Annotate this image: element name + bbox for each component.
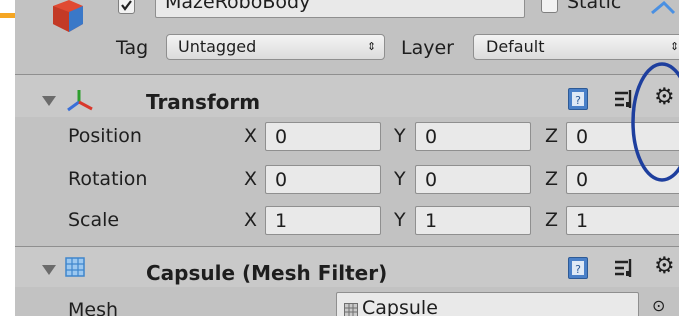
scale-y-field[interactable]: 1 xyxy=(415,206,531,235)
layer-label: Layer xyxy=(401,37,454,59)
mesh-grid-icon xyxy=(344,302,358,316)
dropdown-arrows-icon: ⇕ xyxy=(670,40,679,53)
scale-z-field[interactable]: 1 xyxy=(566,206,679,235)
axis-z-label: Z xyxy=(545,125,559,147)
help-book-icon[interactable]: ? xyxy=(568,88,588,110)
rotation-x-value: 0 xyxy=(275,169,288,191)
static-checkbox[interactable] xyxy=(541,0,558,13)
position-z-value: 0 xyxy=(576,126,589,148)
layer-dropdown-value: Default xyxy=(486,37,545,56)
rotation-y-value: 0 xyxy=(425,169,438,191)
axis-y-label: Y xyxy=(394,168,406,190)
orange-marker xyxy=(0,13,15,18)
position-label: Position xyxy=(68,125,142,147)
rotation-z-value: 0 xyxy=(576,169,589,191)
object-picker-icon[interactable]: ⊙ xyxy=(652,298,665,314)
position-y-field[interactable]: 0 xyxy=(415,122,531,151)
rotation-x-field[interactable]: 0 xyxy=(265,165,381,194)
annotation-ellipse xyxy=(631,62,679,182)
scale-z-value: 1 xyxy=(576,210,589,232)
axis-z-label: Z xyxy=(545,168,559,190)
annotation-arrow-icon xyxy=(650,0,679,15)
dropdown-arrows-icon: ⇕ xyxy=(367,40,377,53)
mesh-grid-icon xyxy=(65,257,85,277)
tag-label: Tag xyxy=(116,37,149,59)
mesh-object-field[interactable]: Capsule xyxy=(336,292,639,316)
layer-dropdown[interactable]: Default ⇕ xyxy=(473,34,679,60)
transform-title: Transform xyxy=(146,90,261,114)
svg-text:?: ? xyxy=(575,94,581,107)
svg-text:?: ? xyxy=(575,263,581,276)
gameobject-name-text: MazeRoboBody xyxy=(165,0,311,13)
tag-dropdown-value: Untagged xyxy=(178,37,257,56)
active-checkbox[interactable] xyxy=(118,0,135,14)
axis-x-label: X xyxy=(244,125,258,147)
tag-dropdown[interactable]: Untagged ⇕ xyxy=(166,34,385,60)
settings-gear-icon[interactable]: ⚙ xyxy=(654,255,675,278)
position-x-value: 0 xyxy=(275,126,288,148)
inspector-panel: MazeRoboBody Static Tag Untagged ⇕ Layer… xyxy=(15,0,679,316)
mesh-filter-title: Capsule (Mesh Filter) xyxy=(146,261,388,285)
mesh-value: Capsule xyxy=(362,297,438,316)
help-book-icon[interactable]: ? xyxy=(568,257,588,279)
axis-y-label: Y xyxy=(394,209,406,231)
axis-x-label: X xyxy=(244,209,258,231)
gameobject-cube-icon xyxy=(49,0,85,34)
foldout-arrow-icon[interactable] xyxy=(42,96,56,106)
rotation-label: Rotation xyxy=(68,168,148,190)
axis-x-label: X xyxy=(244,168,258,190)
mesh-label: Mesh xyxy=(68,299,119,316)
position-y-value: 0 xyxy=(425,126,438,148)
foldout-arrow-icon[interactable] xyxy=(42,265,56,275)
rotation-y-field[interactable]: 0 xyxy=(415,165,531,194)
axis-z-label: Z xyxy=(545,209,559,231)
preset-sliders-icon[interactable] xyxy=(613,257,635,279)
axis-y-label: Y xyxy=(394,125,406,147)
scale-label: Scale xyxy=(68,209,120,231)
transform-icon xyxy=(65,88,95,114)
position-x-field[interactable]: 0 xyxy=(265,122,381,151)
scale-x-value: 1 xyxy=(275,210,288,232)
static-label: Static xyxy=(567,0,622,13)
scale-x-field[interactable]: 1 xyxy=(265,206,381,235)
scale-y-value: 1 xyxy=(425,210,438,232)
